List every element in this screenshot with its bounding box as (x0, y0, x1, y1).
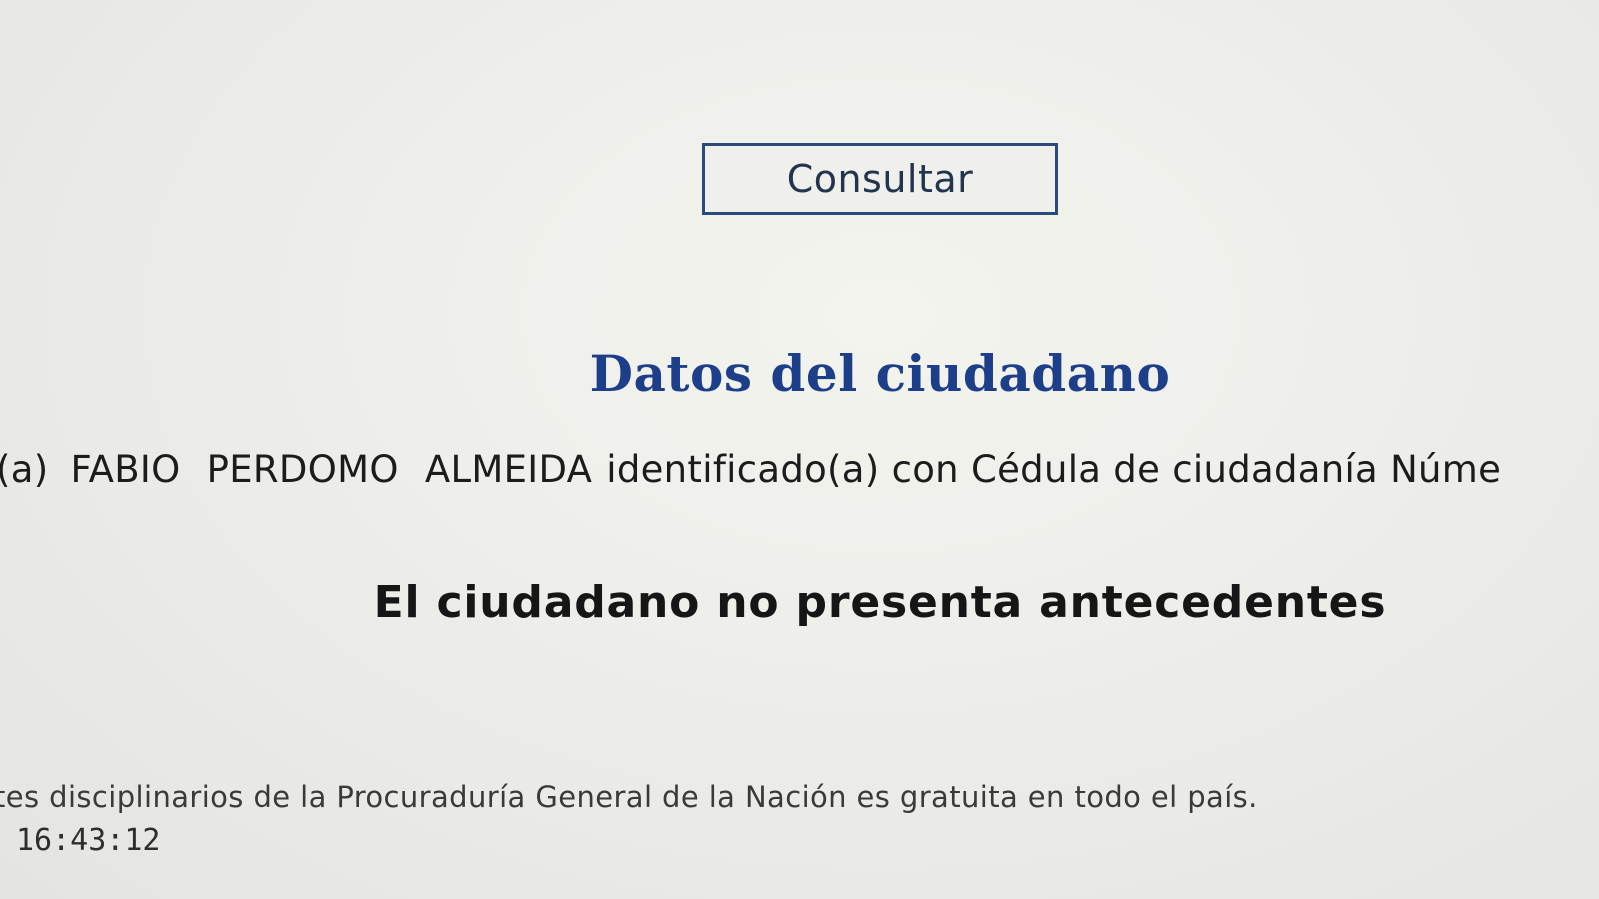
screen: Consultar Datos del ciudadano (a) FABIO P… (0, 0, 1599, 899)
footer-time: 16:43:12 (16, 823, 161, 858)
citizen-info-line: (a) FABIO PERDOMO ALMEIDA identificado(a) … (0, 448, 1501, 491)
citizen-identification: identificado(a) con Cédula de ciudadanía… (606, 448, 1502, 491)
citizen-prefix: (a) (0, 448, 49, 491)
footer-note: tes disciplinarios de la Procuraduría Ge… (0, 780, 1258, 814)
section-title: Datos del ciudadano (589, 344, 1171, 403)
consultar-button[interactable]: Consultar (702, 143, 1058, 215)
citizen-name: FABIO PERDOMO ALMEIDA (70, 448, 593, 491)
status-message: El ciudadano no presenta antecedentes (373, 577, 1387, 628)
